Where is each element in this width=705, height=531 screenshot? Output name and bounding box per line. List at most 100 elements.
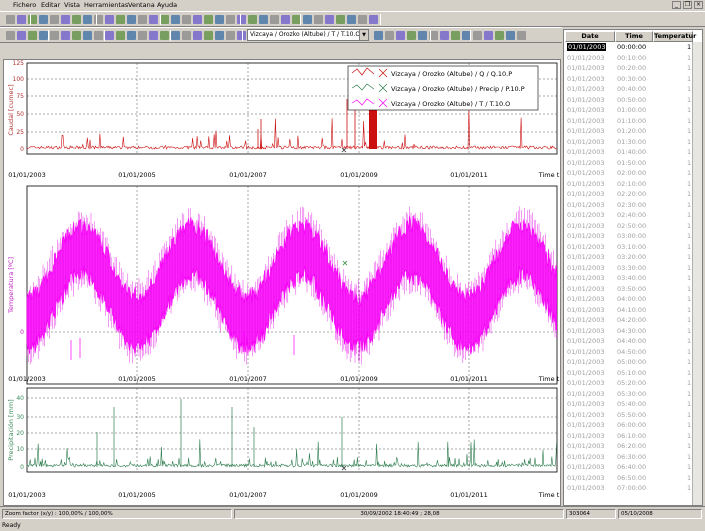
toolbar-icon[interactable] [83,15,92,24]
menu-vista[interactable]: Vista [64,1,80,9]
table-row[interactable]: 01/01/2003 04:40:00 1 [565,337,691,347]
toolbar-icon[interactable] [50,31,59,40]
toolbar-icon[interactable] [116,15,125,24]
table-row[interactable]: 01/01/2003 02:10:00 1 [565,180,691,190]
menu-ayuda[interactable]: Ayuda [157,1,177,9]
toolbar-icon[interactable] [204,15,213,24]
toolbar-icon[interactable] [193,31,202,40]
toolbar-icon[interactable] [506,31,515,40]
toolbar-icon[interactable] [17,31,26,40]
toolbar-icon[interactable] [105,31,114,40]
toolbar-icon[interactable] [149,15,158,24]
table-row[interactable]: 01/01/2003 01:50:00 1 [565,159,691,169]
table-row[interactable]: 01/01/2003 01:20:00 1 [565,127,691,137]
table-row[interactable]: 01/01/2003 05:10:00 1 [565,369,691,379]
minimize-button[interactable]: _ [672,1,681,9]
toolbar-icon[interactable] [72,15,81,24]
toolbar-icon[interactable] [193,15,202,24]
charts-svg[interactable]: Caudal [cumec] ✕ 0255075100125 Vizcaya /… [4,60,560,505]
table-row[interactable]: 01/01/2003 06:10:00 1 [565,432,691,442]
toolbar-icon[interactable] [325,15,334,24]
toolbar-icon[interactable] [440,31,449,40]
toolbar-icon[interactable] [39,31,48,40]
toolbar-icon[interactable] [314,15,323,24]
toolbar-icon[interactable] [39,15,48,24]
toolbar-icon[interactable] [160,31,169,40]
col-header-temperatura[interactable]: Temperatur [653,31,696,42]
table-row[interactable]: 01/01/2003 01:10:00 1 [565,117,691,127]
menu-ventana[interactable]: Ventana [128,1,155,9]
table-row[interactable]: 01/01/2003 06:40:00 1 [565,463,691,473]
table-scrollbar[interactable] [692,42,702,505]
toolbar-icon[interactable] [17,15,26,24]
series-select[interactable]: Vizcaya / Orozko (Altube) / T / T.10.O ▼ [247,29,369,41]
table-row[interactable]: 01/01/2003 05:00:00 1 [565,358,691,368]
table-row[interactable]: 01/01/2003 00:10:00 1 [565,54,691,64]
table-row[interactable]: 01/01/2003 06:50:00 1 [565,474,691,484]
toolbar-icon[interactable] [473,31,482,40]
menu-herramientas[interactable]: Herramientas [84,1,128,9]
table-row[interactable]: 01/01/2003 06:20:00 1 [565,442,691,452]
table-row[interactable]: 01/01/2003 03:10:00 1 [565,243,691,253]
chevron-down-icon[interactable]: ▼ [359,30,368,40]
restore-button[interactable]: ❐ [683,1,692,9]
toolbar-icon[interactable] [182,31,191,40]
toolbar-icon[interactable] [215,15,224,24]
table-row[interactable]: 01/01/2003 02:00:00 1 [565,169,691,179]
toolbar-icon[interactable] [407,31,416,40]
toolbar-icon[interactable] [418,31,427,40]
table-row[interactable]: 01/01/2003 04:50:00 1 [565,348,691,358]
col-header-date[interactable]: Date [565,31,615,42]
toolbar-icon[interactable] [451,31,460,40]
toolbar-icon[interactable] [171,15,180,24]
table-row[interactable]: 01/01/2003 01:00:00 1 [565,106,691,116]
toolbar-icon[interactable] [484,31,493,40]
toolbar-icon[interactable] [61,15,70,24]
menu-editar[interactable]: Editar [41,1,60,9]
table-row[interactable]: 01/01/2003 03:20:00 1 [565,253,691,263]
toolbar-icon[interactable] [237,15,246,24]
table-row[interactable]: 01/01/2003 04:00:00 1 [565,295,691,305]
table-row[interactable]: 01/01/2003 05:40:00 1 [565,400,691,410]
toolbar-icon[interactable] [61,31,70,40]
table-row[interactable]: 01/01/2003 02:30:00 1 [565,201,691,211]
toolbar-icon[interactable] [281,15,290,24]
toolbar-icon[interactable] [160,15,169,24]
table-row[interactable]: 01/01/2003 02:20:00 1 [565,190,691,200]
toolbar-icon[interactable] [6,15,15,24]
toolbar-icon[interactable] [149,31,158,40]
data-table[interactable]: Date Time Temperatur 01/01/2003 00:00:00 1… [563,29,703,506]
table-row[interactable]: 01/01/2003 02:50:00 1 [565,222,691,232]
table-row[interactable]: 01/01/2003 03:50:00 1 [565,285,691,295]
col-header-time[interactable]: Time [615,31,653,42]
table-row[interactable]: 01/01/2003 04:10:00 1 [565,306,691,316]
toolbar-icon[interactable] [171,31,180,40]
table-row[interactable]: 01/01/2003 00:30:00 1 [565,75,691,85]
toolbar-icon[interactable] [259,15,268,24]
toolbar-icon[interactable] [127,31,136,40]
toolbar-icon[interactable] [204,31,213,40]
toolbar-icon[interactable] [385,31,394,40]
table-row[interactable]: 01/01/2003 00:20:00 1 [565,64,691,74]
toolbar-icon[interactable] [94,31,103,40]
toolbar-icon[interactable] [226,31,235,40]
table-row[interactable]: 01/01/2003 06:30:00 1 [565,453,691,463]
menu-fichero[interactable]: Fichero [13,1,36,9]
toolbar-icon[interactable] [127,15,136,24]
toolbar-icon[interactable] [138,31,147,40]
toolbar-icon[interactable] [270,15,279,24]
toolbar-icon[interactable] [138,15,147,24]
toolbar-icon[interactable] [6,31,15,40]
toolbar-icon[interactable] [116,31,125,40]
toolbar-icon[interactable] [72,31,81,40]
toolbar-icon[interactable] [226,15,235,24]
table-row[interactable]: 01/01/2003 03:00:00 1 [565,232,691,242]
toolbar-icon[interactable] [105,15,114,24]
toolbar-icon[interactable] [83,31,92,40]
table-row[interactable]: 01/01/2003 05:20:00 1 [565,379,691,389]
toolbar-icon[interactable] [374,31,383,40]
table-row[interactable]: 01/01/2003 01:30:00 1 [565,138,691,148]
toolbar-icon[interactable] [396,31,405,40]
table-row[interactable]: 01/01/2003 03:30:00 1 [565,264,691,274]
toolbar-icon[interactable] [517,31,526,40]
